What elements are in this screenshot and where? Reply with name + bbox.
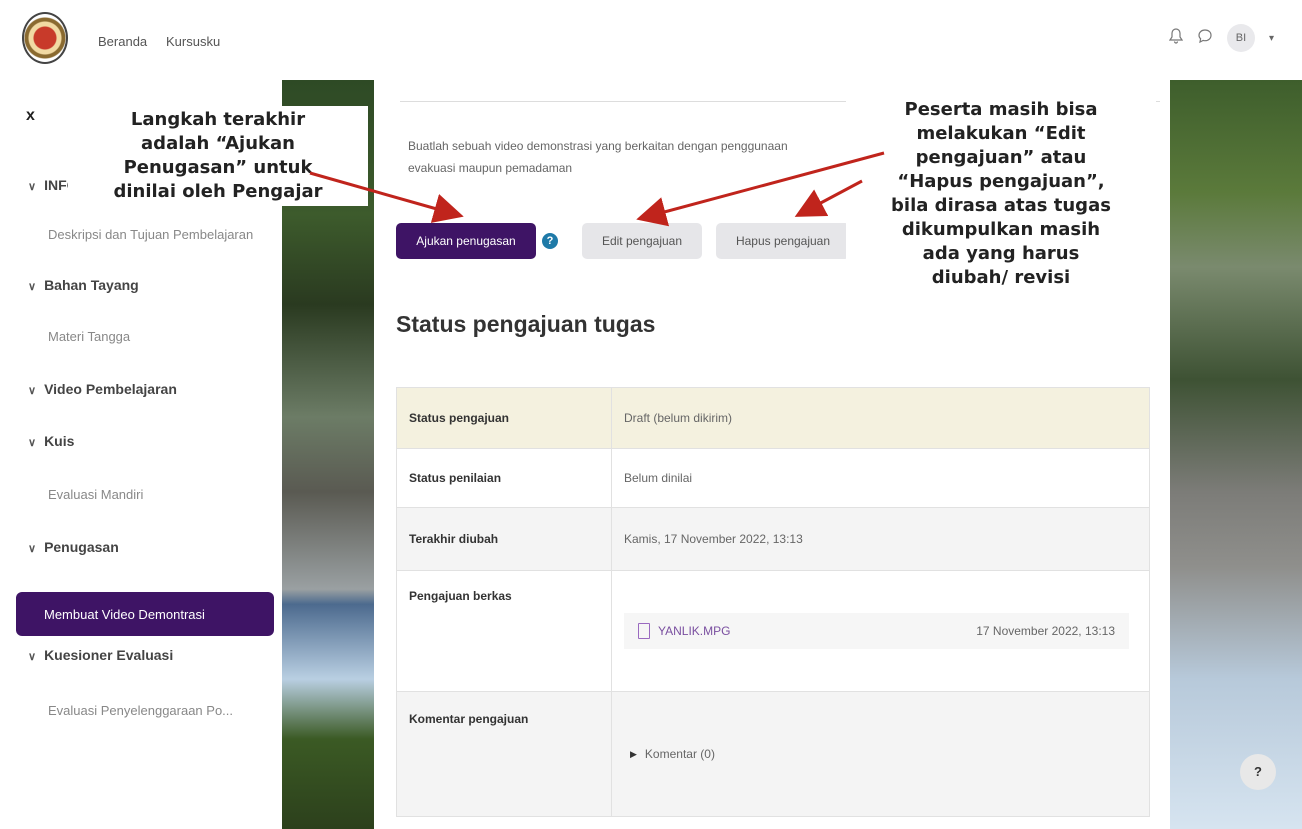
table-row: Status pengajuan Draft (belum dikirim)	[396, 387, 1150, 449]
sidebar-item-evaluasi-penyelenggaraan[interactable]: Evaluasi Penyelenggaraan Po...	[48, 703, 233, 718]
file-date: 17 November 2022, 13:13	[976, 624, 1115, 638]
cell-label: Pengajuan berkas	[396, 570, 612, 692]
close-icon[interactable]: x	[26, 107, 35, 125]
sidebar-section-kuis[interactable]: ∨ Kuis	[28, 433, 74, 449]
bell-icon[interactable]	[1168, 28, 1184, 48]
user-menu-area: BI ▾	[1168, 24, 1274, 52]
nav-link-beranda[interactable]: Beranda	[98, 34, 147, 49]
chevron-down-icon: ∨	[28, 651, 37, 663]
cell-label: Terakhir diubah	[396, 507, 612, 571]
sidebar-item-membuat-video[interactable]: Membuat Video Demontrasi	[16, 592, 274, 636]
sidebar-item-deskripsi[interactable]: Deskripsi dan Tujuan Pembelajaran	[48, 227, 253, 242]
cell-value: Kamis, 17 November 2022, 13:13	[611, 507, 1150, 571]
background-photo-right	[1170, 80, 1302, 829]
file-icon	[638, 623, 650, 639]
chat-icon[interactable]	[1197, 28, 1213, 48]
help-float-button[interactable]: ?	[1240, 754, 1276, 790]
cell-label: Status pengajuan	[396, 387, 612, 449]
table-row: Terakhir diubah Kamis, 17 November 2022,…	[396, 507, 1150, 571]
chevron-down-icon: ∨	[28, 543, 37, 555]
assignment-description: Buatlah sebuah video demonstrasi yang be…	[408, 135, 868, 179]
chevron-down-icon: ∨	[28, 437, 37, 449]
cell-value: ▶ Komentar (0)	[611, 691, 1150, 817]
annotation-right: Peserta masih bisa melakukan “Edit penga…	[846, 96, 1156, 292]
chevron-down-icon: ∨	[28, 181, 37, 193]
status-badge: Draft (belum dikirim)	[611, 387, 1150, 449]
caret-down-icon[interactable]: ▾	[1269, 33, 1274, 44]
avatar[interactable]: BI	[1226, 24, 1255, 52]
cell-value: Belum dinilai	[611, 448, 1150, 508]
edit-submission-button[interactable]: Edit pengajuan	[582, 223, 702, 259]
description-line: evakuasi maupun pemadaman	[408, 161, 573, 175]
file-name[interactable]: YANLIK.MPG	[658, 624, 730, 638]
sidebar-item-materi-tangga[interactable]: Materi Tangga	[48, 329, 130, 344]
top-navbar: Beranda Kursusku BI ▾	[0, 0, 1302, 85]
chevron-down-icon: ∨	[28, 385, 37, 397]
sidebar-section-penugasan[interactable]: ∨ Penugasan	[28, 539, 119, 555]
table-row: Pengajuan berkas YANLIK.MPG 17 November …	[396, 570, 1150, 692]
annotation-left: Langkah terakhir adalah “Ajukan Penugasa…	[68, 106, 368, 206]
description-line: Buatlah sebuah video demonstrasi yang be…	[408, 139, 788, 153]
chevron-down-icon: ∨	[28, 281, 37, 293]
sidebar-section-kuesioner-evaluasi[interactable]: ∨ Kuesioner Evaluasi	[28, 647, 173, 663]
caret-right-icon: ▶	[630, 748, 637, 759]
file-item: YANLIK.MPG 17 November 2022, 13:13	[624, 613, 1129, 649]
delete-submission-button[interactable]: Hapus pengajuan	[716, 223, 850, 259]
comments-toggle[interactable]: ▶ Komentar (0)	[624, 747, 1137, 761]
cell-value: YANLIK.MPG 17 November 2022, 13:13	[611, 570, 1150, 692]
submit-assignment-button[interactable]: Ajukan penugasan	[396, 223, 536, 259]
nav-link-kursusku[interactable]: Kursusku	[166, 34, 220, 49]
comments-link[interactable]: Komentar (0)	[645, 747, 715, 761]
cell-label: Komentar pengajuan	[396, 691, 612, 817]
table-row: Status penilaian Belum dinilai	[396, 448, 1150, 508]
submission-status-table: Status pengajuan Draft (belum dikirim) S…	[396, 387, 1150, 817]
sidebar-section-bahan-tayang[interactable]: ∨ Bahan Tayang	[28, 277, 139, 293]
cell-label: Status penilaian	[396, 448, 612, 508]
site-logo[interactable]	[22, 12, 68, 64]
file-link[interactable]: YANLIK.MPG	[638, 623, 730, 639]
page-title: Status pengajuan tugas	[396, 311, 656, 337]
sidebar-item-evaluasi-mandiri[interactable]: Evaluasi Mandiri	[48, 487, 143, 502]
help-icon[interactable]: ?	[542, 233, 558, 249]
table-row: Komentar pengajuan ▶ Komentar (0)	[396, 691, 1150, 817]
sidebar-section-video-pembelajaran[interactable]: ∨ Video Pembelajaran	[28, 381, 177, 397]
